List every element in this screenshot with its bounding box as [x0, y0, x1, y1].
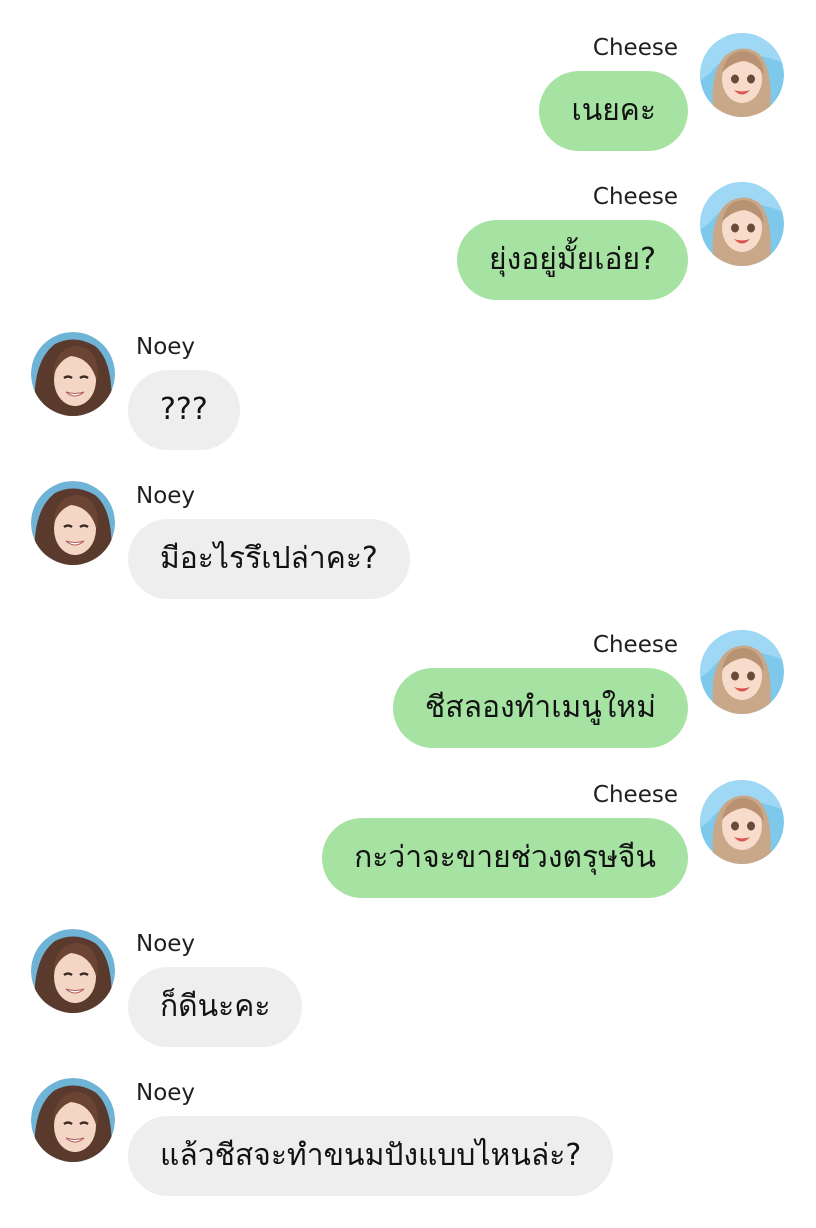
noey-avatar-icon[interactable] — [31, 1078, 115, 1162]
message-bubble[interactable]: ??? — [128, 370, 240, 450]
message-row: Noey แล้วชีสจะทำขนมปังแบบไหนล่ะ? — [0, 1078, 816, 1228]
sender-name: Noey — [136, 1080, 196, 1106]
sender-name: Cheese — [592, 35, 678, 61]
noey-avatar-icon[interactable] — [31, 929, 115, 1013]
message-bubble[interactable]: กะว่าจะขายช่วงตรุษจีน — [322, 818, 688, 898]
message-row: Noey มีอะไรรึเปล่าคะ? — [0, 481, 816, 631]
noey-avatar-icon[interactable] — [31, 481, 115, 565]
sender-name: Noey — [136, 334, 196, 360]
sender-name: Cheese — [592, 782, 678, 808]
cheese-avatar-icon[interactable] — [700, 630, 784, 714]
message-bubble[interactable]: ก็ดีนะคะ — [128, 967, 303, 1047]
cheese-avatar-icon[interactable] — [700, 182, 784, 266]
message-row: Cheese เนยคะ — [0, 33, 816, 183]
message-row: Noey ก็ดีนะคะ — [0, 929, 816, 1079]
sender-name: Noey — [136, 483, 196, 509]
cheese-avatar-icon[interactable] — [700, 33, 784, 117]
message-bubble[interactable]: เนยคะ — [539, 71, 688, 151]
message-bubble[interactable]: มีอะไรรึเปล่าคะ? — [128, 519, 410, 599]
message-row: Cheese ชีสลองทำเมนูใหม่ — [0, 630, 816, 780]
message-bubble[interactable]: ยุ่งอยู่มั้ยเอ่ย? — [457, 220, 688, 300]
cheese-avatar-icon[interactable] — [700, 780, 784, 864]
message-row: Cheese ยุ่งอยู่มั้ยเอ่ย? — [0, 182, 816, 332]
message-bubble[interactable]: ชีสลองทำเมนูใหม่ — [392, 668, 688, 748]
message-row: Noey ??? — [0, 332, 816, 482]
sender-name: Noey — [136, 931, 196, 957]
noey-avatar-icon[interactable] — [31, 332, 115, 416]
message-bubble[interactable]: แล้วชีสจะทำขนมปังแบบไหนล่ะ? — [128, 1116, 614, 1196]
sender-name: Cheese — [592, 184, 678, 210]
message-row: Cheese กะว่าจะขายช่วงตรุษจีน — [0, 780, 816, 930]
sender-name: Cheese — [592, 632, 678, 658]
